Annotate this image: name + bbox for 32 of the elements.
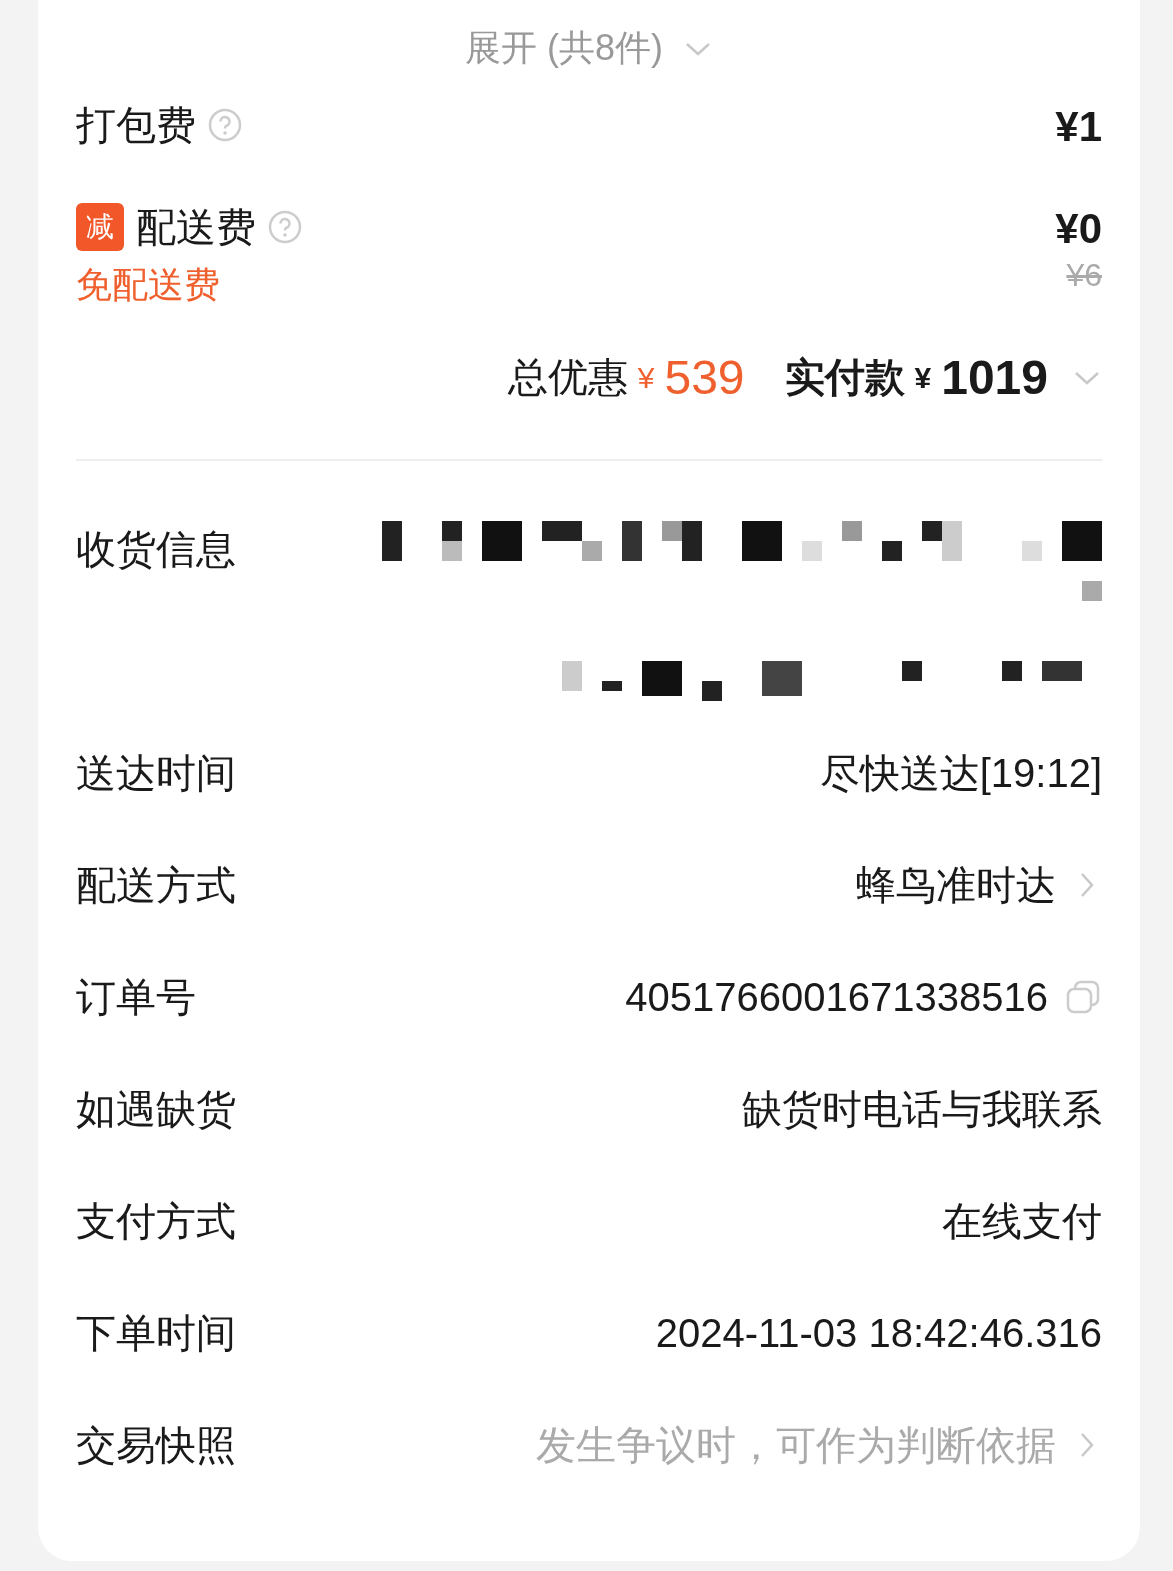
info-label: 如遇缺货 xyxy=(76,1086,236,1133)
info-label: 下单时间 xyxy=(76,1310,236,1357)
expand-toggle[interactable]: 展开 (共8件) xyxy=(465,24,663,73)
info-label: 支付方式 xyxy=(76,1198,236,1245)
help-icon[interactable] xyxy=(268,210,302,244)
info-value: 在线支付 xyxy=(942,1198,1102,1245)
info-value: 蜂鸟准时达 xyxy=(856,862,1056,909)
info-label: 配送方式 xyxy=(76,862,236,909)
paid-label: 实付款 xyxy=(784,354,905,401)
info-label: 收货信息 xyxy=(76,526,236,573)
info-value: 发生争议时，可作为判断依据 xyxy=(536,1422,1056,1469)
info-label: 交易快照 xyxy=(76,1422,236,1469)
info-label: 送达时间 xyxy=(76,750,236,797)
fee-note: 免配送费 xyxy=(76,263,221,307)
fee-amount: ¥1 xyxy=(1055,102,1102,152)
fee-amount: ¥0 xyxy=(1055,204,1102,254)
discount-badge: 减 xyxy=(76,203,124,251)
fee-label: 打包费 xyxy=(76,102,196,149)
help-icon[interactable] xyxy=(208,108,242,142)
original-price: ¥6 xyxy=(1066,257,1102,294)
info-value: 尽快送达[19:12] xyxy=(819,750,1102,797)
info-value: 2024-11-03 18:42:46.316 xyxy=(655,1310,1102,1357)
info-value: 4051766001671338516 xyxy=(625,974,1048,1021)
copy-icon[interactable] xyxy=(1064,978,1102,1016)
discount-amount: 539 xyxy=(664,350,745,405)
info-value: 缺货时电话与我联系 xyxy=(742,1086,1102,1133)
currency-symbol: ¥ xyxy=(637,360,655,395)
info-label: 订单号 xyxy=(76,974,196,1021)
discount-label: 总优惠 xyxy=(507,354,628,401)
fee-label: 配送费 xyxy=(136,204,256,251)
currency-symbol: ¥ xyxy=(914,360,932,395)
paid-amount: 1019 xyxy=(941,350,1048,405)
